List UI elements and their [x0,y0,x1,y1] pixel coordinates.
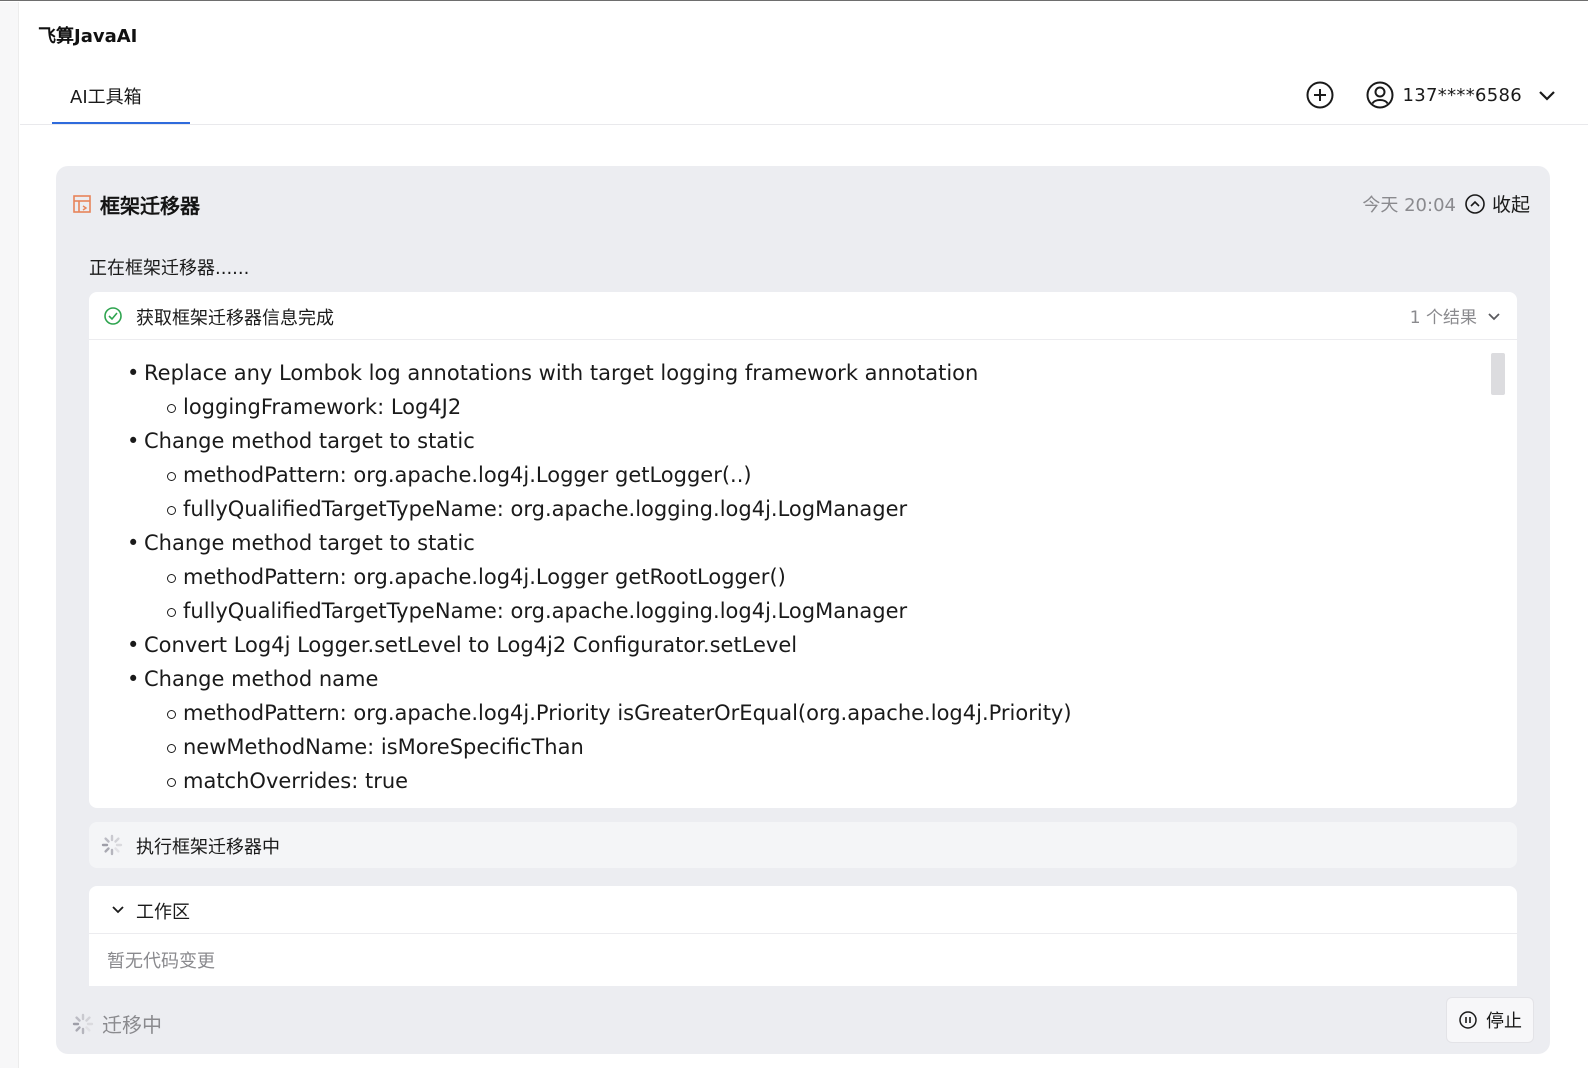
workspace-empty-text: 暂无代码变更 [107,951,215,972]
collapse-label: 收起 [1491,194,1530,216]
tab-ai-toolbox[interactable]: AI工具箱 [52,71,190,124]
rule-item: Change method target to static [127,526,1467,560]
workspace-section: 工作区 暂无代码变更 [89,886,1517,986]
stop-label: 停止 [1486,1011,1522,1032]
loading-spinner-icon [72,1013,94,1035]
exec-label: 执行框架迁移器中 [136,837,280,858]
workspace-label: 工作区 [136,902,190,923]
rule-param: loggingFramework: Log4J2 [127,390,1467,424]
scrollbar[interactable] [1491,353,1505,395]
chevron-down-icon [1485,307,1503,325]
plus-circle-icon[interactable] [1305,80,1335,110]
check-circle-icon [103,306,123,326]
footer-status: 迁移中 [72,1009,162,1038]
result-header[interactable]: 获取框架迁移器信息完成 1 个结果 [89,292,1517,340]
status-text: 正在框架迁移器...... [89,258,250,279]
loading-spinner-icon [101,834,123,856]
exec-row: 执行框架迁移器中 [89,822,1517,868]
panel-meta: 今天 20:04 收起 [1362,190,1530,217]
panel-title: 框架迁移器 [100,194,200,218]
app-title: 飞算JavaAI [38,26,138,47]
app-window: 飞算JavaAI AI工具箱 137****6586 框架迁移器 今天 20:0… [0,0,1588,1068]
result-card: 获取框架迁移器信息完成 1 个结果 Replace any Lombok log… [89,292,1517,808]
rule-param: newMethodName: isMoreSpecificThan [127,730,1467,764]
tab-label: AI工具箱 [70,87,142,108]
collapse-button[interactable]: 收起 [1464,190,1530,217]
rule-param: methodPattern: org.apache.log4j.Logger g… [127,560,1467,594]
rule-param: matchOverrides: true [127,764,1467,798]
rule-item: Convert Log4j Logger.setLevel to Log4j2 … [127,628,1467,662]
header-actions: 137****6586 [1305,77,1558,113]
result-count-label: 1 个结果 [1409,308,1477,328]
panel-header: 框架迁移器 今天 20:04 收起 [72,188,1530,220]
rule-param: methodPattern: org.apache.log4j.Priority… [127,696,1467,730]
rule-param: fullyQualifiedTargetTypeName: org.apache… [127,594,1467,628]
left-rail [0,2,19,1068]
workspace-header[interactable]: 工作区 [89,886,1517,934]
user-circle-icon[interactable] [1365,80,1395,110]
rule-item: Replace any Lombok log annotations with … [127,356,1467,390]
rule-list: Replace any Lombok log annotations with … [127,356,1467,798]
result-body: Replace any Lombok log annotations with … [89,341,1517,808]
chevron-down-icon[interactable] [1536,84,1558,106]
migration-panel: 框架迁移器 今天 20:04 收起 正在框架迁移器...... 获取框架迁移器信… [56,166,1550,1054]
timestamp: 今天 20:04 [1362,194,1456,216]
rule-param: fullyQualifiedTargetTypeName: org.apache… [127,492,1467,526]
user-name[interactable]: 137****6586 [1403,85,1522,106]
result-count-toggle[interactable]: 1 个结果 [1410,303,1503,328]
result-title: 获取框架迁移器信息完成 [136,308,334,329]
chevron-down-icon [109,901,127,919]
rule-item: Change method target to static [127,424,1467,458]
rule-param: methodPattern: org.apache.log4j.Logger g… [127,458,1467,492]
footer-status-label: 迁移中 [102,1013,162,1037]
pause-circle-icon [1458,1010,1478,1030]
rule-item: Change method name [127,662,1467,696]
stop-button[interactable]: 停止 [1446,997,1534,1043]
chevron-up-circle-icon [1464,193,1486,215]
framework-migrate-icon [72,194,92,214]
